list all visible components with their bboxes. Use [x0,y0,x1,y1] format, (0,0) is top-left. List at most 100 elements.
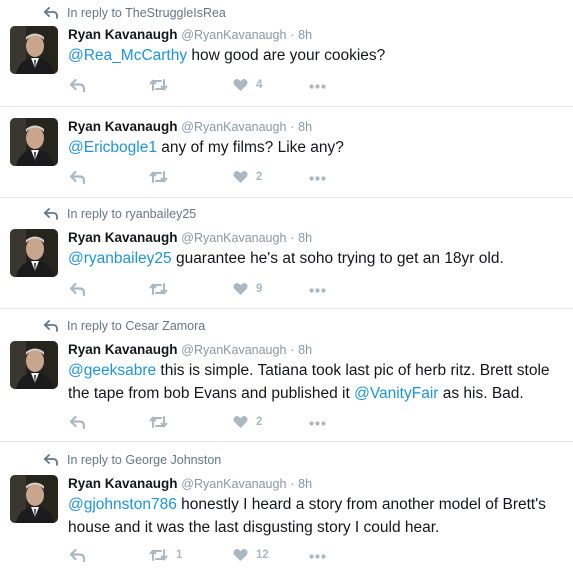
reply-button[interactable] [70,415,85,429]
timestamp[interactable]: 8h [298,120,312,134]
heart-icon [233,79,248,91]
user-handle[interactable]: @RyanKavanaugh [181,343,286,357]
heart-icon [233,171,248,183]
more-dots-icon [309,288,326,293]
avatar[interactable] [10,475,58,523]
more-button[interactable] [309,554,326,559]
like-button[interactable]: 12 [233,548,269,562]
retweet-button[interactable]: 1 [149,548,182,562]
separator-dot: · [290,28,295,42]
user-handle[interactable]: @RyanKavanaugh [181,28,286,42]
text-segment: how good are your cookies? [187,47,386,64]
reply-context[interactable]: In reply to Cesar Zamora [44,319,205,333]
text-segment: honestly I heard a story from another mo… [176,496,546,513]
reply-icon [70,78,85,92]
heart-icon [233,416,248,428]
retweet-icon [149,79,168,91]
avatar[interactable] [10,229,58,277]
more-button[interactable] [309,288,326,293]
tweet[interactable]: In reply to TheStruggleIsRea Ryan Kavana… [0,0,573,107]
more-button[interactable] [309,421,326,426]
reply-arrow-icon [44,208,58,220]
timestamp[interactable]: 8h [298,343,312,357]
retweet-icon [149,549,168,561]
tweet[interactable]: Ryan Kavanaugh @RyanKavanaugh · 8h @Eric… [0,107,573,198]
display-name[interactable]: Ryan Kavanaugh [68,342,178,357]
more-dots-icon [309,176,326,181]
retweet-button[interactable] [149,282,176,296]
tweet-text: @Ericbogle1 any of my films? Like any? [68,136,563,159]
retweet-count: 1 [176,549,183,561]
text-segment: this is simple. Tatiana took last pic of… [156,362,550,379]
mention-link[interactable]: @Rea_McCarthy [68,47,187,64]
more-dots-icon [309,84,326,89]
display-name[interactable]: Ryan Kavanaugh [68,230,178,245]
timestamp[interactable]: 8h [298,477,312,491]
reply-context[interactable]: In reply to ryanbailey25 [44,207,196,221]
like-button[interactable]: 2 [233,170,262,184]
text-line: house and it was the last disgusting sto… [68,516,563,539]
more-button[interactable] [309,176,326,181]
retweet-icon [149,416,168,428]
timestamp[interactable]: 8h [298,28,312,42]
reply-button[interactable] [70,548,85,562]
like-count: 4 [256,79,263,91]
more-dots-icon [309,421,326,426]
reply-icon [70,170,85,184]
text-line: @Ericbogle1 any of my films? Like any? [68,136,563,159]
tweet[interactable]: In reply to ryanbailey25 Ryan Kavanaugh … [0,198,573,309]
text-segment: house and it was the last disgusting sto… [68,519,440,536]
reply-arrow-icon [44,454,58,466]
separator-dot: · [290,120,295,134]
retweet-button[interactable] [149,170,176,184]
text-segment: any of my films? Like any? [156,139,344,156]
tweet-text: @geeksabre this is simple. Tatiana took … [68,359,563,405]
mention-link[interactable]: @geeksabre [68,362,156,379]
retweet-icon [149,283,168,295]
avatar[interactable] [10,341,58,389]
display-name[interactable]: Ryan Kavanaugh [68,476,178,491]
tweet[interactable]: In reply to Cesar Zamora Ryan Kavanaugh … [0,309,573,442]
heart-icon [233,283,248,295]
heart-icon [233,549,248,561]
user-handle[interactable]: @RyanKavanaugh [181,231,286,245]
text-segment: as his. Bad. [438,385,524,402]
reply-context[interactable]: In reply to George Johnston [44,453,221,467]
display-name[interactable]: Ryan Kavanaugh [68,27,178,42]
avatar[interactable] [10,26,58,74]
tweet-text: @gjohnston786 honestly I heard a story f… [68,493,563,539]
user-handle[interactable]: @RyanKavanaugh [181,120,286,134]
reply-context[interactable]: In reply to TheStruggleIsRea [44,6,226,20]
text-line: @Rea_McCarthy how good are your cookies? [68,44,563,67]
more-button[interactable] [309,84,326,89]
like-button[interactable]: 4 [233,78,262,92]
like-button[interactable]: 9 [233,282,262,296]
reply-button[interactable] [70,78,85,92]
reply-context-label: In reply to George Johnston [67,453,222,467]
tweet[interactable]: In reply to George Johnston Ryan Kavanau… [0,442,573,574]
user-handle[interactable]: @RyanKavanaugh [181,477,286,491]
reply-context-label: In reply to ryanbailey25 [67,207,197,221]
reply-context-label: In reply to TheStruggleIsRea [67,6,226,20]
reply-icon [70,415,85,429]
display-name[interactable]: Ryan Kavanaugh [68,119,178,134]
retweet-button[interactable] [149,78,176,92]
reply-button[interactable] [70,282,85,296]
timestamp[interactable]: 8h [298,231,312,245]
text-segment: guarantee he's at soho trying to get an … [171,250,504,267]
reply-context-label: In reply to Cesar Zamora [67,319,206,333]
like-count: 2 [256,416,263,428]
separator-dot: · [290,477,295,491]
reply-button[interactable] [70,170,85,184]
mention-link[interactable]: @VanityFair [354,385,438,402]
mention-link[interactable]: @gjohnston786 [68,496,177,513]
mention-link[interactable]: @Ericbogle1 [68,139,157,156]
text-line: the tape from bob Evans and published it… [68,382,563,405]
like-count: 2 [256,171,263,183]
tweet-text: @Rea_McCarthy how good are your cookies? [68,44,563,67]
retweet-button[interactable] [149,415,176,429]
avatar[interactable] [10,118,58,166]
like-button[interactable]: 2 [233,415,262,429]
mention-link[interactable]: @ryanbailey25 [68,250,172,267]
reply-arrow-icon [44,320,58,332]
